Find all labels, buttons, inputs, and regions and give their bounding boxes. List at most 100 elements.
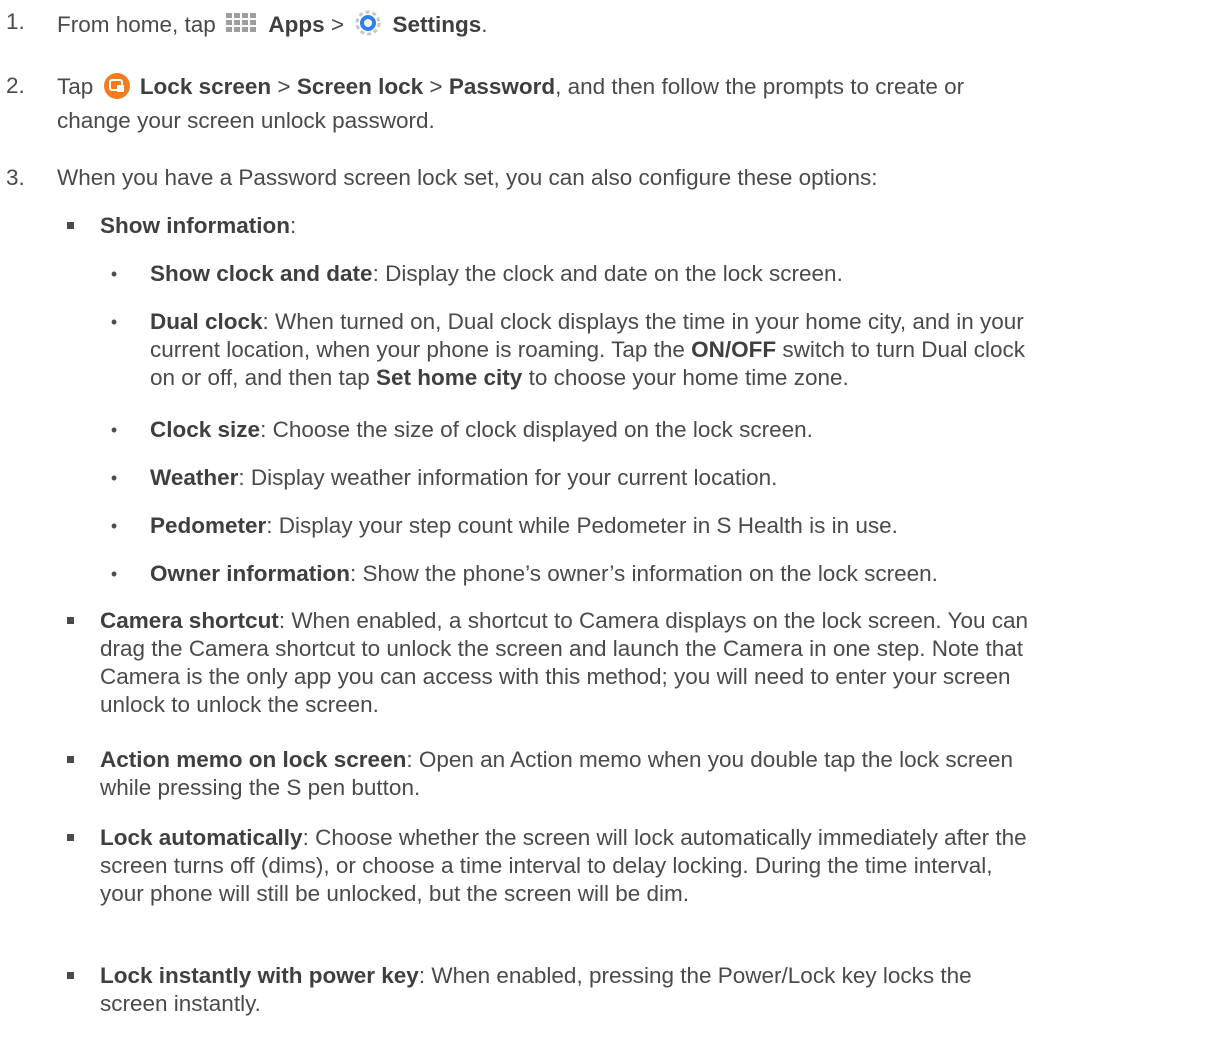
sub-option-description: : Choose the size of clock displayed on …: [260, 417, 813, 442]
option-term: Lock automatically: [100, 825, 303, 850]
lock-screen-label: Lock screen: [139, 74, 272, 99]
step-text-segment: , and then follow the prompts to create …: [555, 74, 965, 99]
dot-bullet: •: [110, 468, 118, 488]
sub-option-line: on or off, and then tap Set home city to…: [150, 364, 1025, 392]
dot-bullet: •: [110, 564, 118, 584]
option-line: drag the Camera shortcut to unlock the s…: [100, 636, 1024, 661]
sub-option-description: on or off, and then tap: [150, 365, 377, 390]
option-description: : When enabled, pressing the Power/Lock …: [418, 963, 972, 988]
square-bullet: [60, 824, 80, 841]
option-description: : Open an Action memo when you double ta…: [406, 747, 1013, 772]
password-label: Password: [448, 74, 556, 99]
sub-option-text: Show clock and date: Display the clock a…: [150, 260, 843, 288]
step-1: 1. From home, tap Apps > Settings.: [0, 8, 488, 45]
option-description: : When enabled, a shortcut to Camera dis…: [278, 608, 1029, 633]
sub-option-description: : Display your step count while Pedomete…: [266, 513, 898, 538]
option-term: Camera shortcut: [100, 608, 279, 633]
option-line: Lock instantly with power key: When enab…: [100, 962, 972, 990]
sub-option-text: Owner information: Show the phone’s owne…: [150, 560, 938, 588]
sub-option-show-clock-and-date: • Show clock and date: Display the clock…: [104, 260, 843, 288]
sub-option-description: current location, when your phone is roa…: [150, 337, 692, 362]
option-line: your phone will still be unlocked, but t…: [100, 881, 690, 906]
dot-bullet: •: [110, 312, 118, 332]
option-show-information: Show information:: [60, 212, 296, 240]
dot-bullet: •: [110, 420, 118, 440]
sub-option-pedometer: • Pedometer: Display your step count whi…: [104, 512, 898, 540]
sub-option-description: : Show the phone’s owner’s information o…: [350, 561, 938, 586]
sub-option-term: Owner information: [150, 561, 351, 586]
square-bullet: [60, 746, 80, 763]
step-line: change your screen unlock password.: [57, 108, 435, 133]
sub-option-line: current location, when your phone is roa…: [150, 336, 1025, 364]
option-text: Lock instantly with power key: When enab…: [100, 962, 972, 1018]
option-line: Lock automatically: Choose whether the s…: [100, 824, 1027, 852]
sub-option-description: : Display the clock and date on the lock…: [372, 261, 843, 286]
option-line: while pressing the S pen button.: [100, 775, 421, 800]
step-text: From home, tap Apps > Settings.: [57, 8, 488, 45]
option-lock-automatically: Lock automatically: Choose whether the s…: [60, 824, 1027, 908]
sub-option-dual-clock: • Dual clock: When turned on, Dual clock…: [104, 308, 1025, 392]
sub-option-description: to choose your home time zone.: [522, 365, 849, 390]
sub-option-term: Dual clock: [150, 309, 263, 334]
option-text: Camera shortcut: When enabled, a shortcu…: [100, 607, 1028, 719]
period: .: [481, 12, 488, 37]
square-bullet: [60, 962, 80, 979]
option-line: screen turns off (dims), or choose a tim…: [100, 853, 993, 878]
square-bullet: [60, 212, 80, 229]
option-text: Show information:: [100, 212, 296, 240]
settings-label: Settings: [392, 12, 482, 37]
sub-option-owner-information: • Owner information: Show the phone’s ow…: [104, 560, 938, 588]
sub-option-line: Dual clock: When turned on, Dual clock d…: [150, 308, 1025, 336]
step-2: 2. Tap Lock screen > Screen lock > Passw…: [0, 72, 964, 135]
sub-option-weather: • Weather: Display weather information f…: [104, 464, 778, 492]
sub-option-term: Pedometer: [150, 513, 267, 538]
option-term: Lock instantly with power key: [100, 963, 419, 988]
set-home-city-label: Set home city: [376, 365, 523, 390]
screen-lock-label: Screen lock: [296, 74, 424, 99]
separator: >: [330, 12, 344, 37]
sub-option-text: Clock size: Choose the size of clock dis…: [150, 416, 813, 444]
step-line: Tap Lock screen > Screen lock > Password…: [57, 72, 964, 107]
apps-label: Apps: [268, 12, 325, 37]
separator: >: [277, 74, 291, 99]
option-lock-instantly-with-power-key: Lock instantly with power key: When enab…: [60, 962, 972, 1018]
step-text-segment: Tap: [57, 74, 94, 99]
option-line: unlock to unlock the screen.: [100, 692, 379, 717]
sub-option-text: Weather: Display weather information for…: [150, 464, 777, 492]
settings-gear-icon: [353, 8, 383, 45]
sub-option-text: Dual clock: When turned on, Dual clock d…: [150, 308, 1025, 392]
option-line: Camera shortcut: When enabled, a shortcu…: [100, 607, 1028, 635]
step-text: When you have a Password screen lock set…: [57, 165, 878, 190]
sub-option-term: Show clock and date: [150, 261, 373, 286]
step-text-segment: From home, tap: [57, 12, 216, 37]
dot-bullet: •: [110, 264, 118, 284]
option-colon: :: [290, 213, 297, 238]
option-action-memo-on-lock-screen: Action memo on lock screen: Open an Acti…: [60, 746, 1013, 802]
step-3: 3. When you have a Password screen lock …: [0, 164, 877, 192]
onoff-label: ON/OFF: [691, 337, 777, 362]
step-number: 1.: [6, 9, 25, 34]
dot-bullet: •: [110, 516, 118, 536]
option-term: Action memo on lock screen: [100, 747, 407, 772]
sub-option-description: switch to turn Dual clock: [776, 337, 1025, 362]
separator: >: [429, 74, 443, 99]
option-line: Camera is the only app you can access wi…: [100, 664, 1011, 689]
sub-option-description: : When turned on, Dual clock displays th…: [262, 309, 1024, 334]
option-text: Action memo on lock screen: Open an Acti…: [100, 746, 1013, 802]
sub-option-term: Clock size: [150, 417, 261, 442]
option-term: Show information: [100, 213, 290, 238]
document-page: 1. From home, tap Apps > Settings. 2. Ta…: [0, 0, 1212, 1046]
apps-grid-icon: [225, 12, 259, 45]
option-description: : Choose whether the screen will lock au…: [302, 825, 1027, 850]
square-bullet: [60, 607, 80, 624]
option-line: Action memo on lock screen: Open an Acti…: [100, 746, 1013, 774]
sub-option-description: : Display weather information for your c…: [238, 465, 778, 490]
sub-option-clock-size: • Clock size: Choose the size of clock d…: [104, 416, 813, 444]
option-text: Lock automatically: Choose whether the s…: [100, 824, 1027, 908]
step-number: 3.: [6, 165, 25, 190]
option-line: screen instantly.: [100, 991, 261, 1016]
sub-option-text: Pedometer: Display your step count while…: [150, 512, 898, 540]
step-number: 2.: [6, 73, 25, 98]
step-text: Tap Lock screen > Screen lock > Password…: [57, 72, 964, 135]
lock-screen-icon: [103, 72, 131, 107]
